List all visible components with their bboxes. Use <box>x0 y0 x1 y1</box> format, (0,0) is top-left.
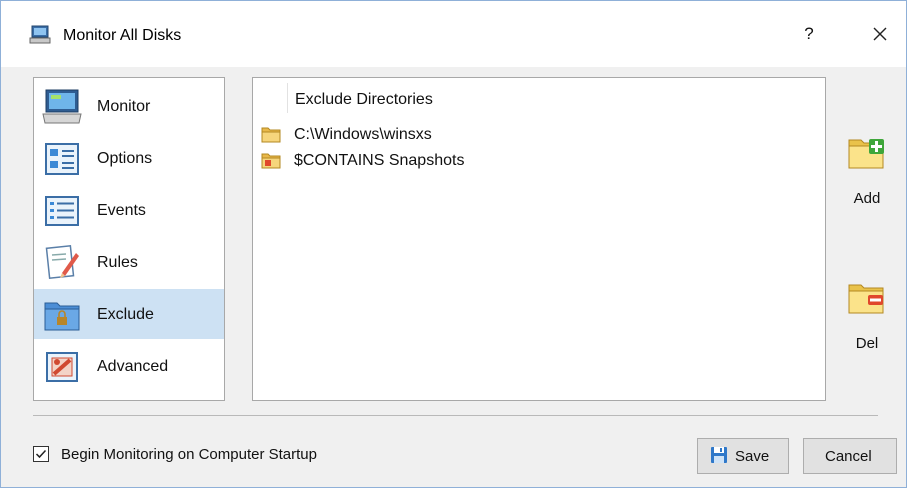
nav-label-monitor: Monitor <box>97 98 151 115</box>
folder-icon <box>261 127 281 143</box>
monitor-icon <box>42 89 82 124</box>
nav-label-rules: Rules <box>97 254 138 271</box>
startup-checkbox[interactable] <box>33 446 49 462</box>
nav-item-events[interactable]: Events <box>34 185 224 235</box>
category-nav: Monitor Options Events Rules Exclude Adv… <box>33 77 225 401</box>
events-icon <box>45 196 79 226</box>
nav-label-advanced: Advanced <box>97 358 169 375</box>
nav-item-exclude[interactable]: Exclude <box>34 289 224 339</box>
del-button-label: Del <box>855 335 879 352</box>
save-disk-icon <box>711 447 727 463</box>
add-button[interactable]: Add <box>837 136 897 210</box>
close-icon[interactable] <box>869 23 891 45</box>
nav-label-options: Options <box>97 150 153 167</box>
nav-item-advanced[interactable]: Advanced <box>34 341 224 391</box>
nav-item-monitor[interactable]: Monitor <box>34 81 224 131</box>
add-folder-icon <box>848 139 884 169</box>
advanced-icon <box>46 352 78 382</box>
nav-label-exclude: Exclude <box>97 306 154 323</box>
exclude-path-text: $CONTAINS Snapshots <box>294 152 465 169</box>
del-button[interactable]: Del <box>837 281 897 355</box>
nav-item-options[interactable]: Options <box>34 133 224 183</box>
cancel-button-label: Cancel <box>825 448 872 465</box>
nav-label-events: Events <box>97 202 146 219</box>
exclude-folder-icon <box>44 302 80 331</box>
save-button-label: Save <box>735 448 770 465</box>
window-title: Monitor All Disks <box>63 27 182 44</box>
column-separator <box>287 83 288 113</box>
footer-divider <box>33 415 878 416</box>
remove-folder-icon <box>848 284 884 314</box>
nav-item-rules[interactable]: Rules <box>34 237 224 287</box>
cancel-button[interactable]: Cancel <box>803 438 897 474</box>
checkmark-icon <box>35 449 47 459</box>
column-header-exclude-directories[interactable]: Exclude Directories <box>295 91 433 109</box>
save-button[interactable]: Save <box>697 438 789 474</box>
exclude-directories-list[interactable]: Exclude Directories C:\Windows\winsxs $C… <box>252 77 826 401</box>
exclude-path-text: C:\Windows\winsxs <box>294 126 432 143</box>
startup-checkbox-label[interactable]: Begin Monitoring on Computer Startup <box>61 446 317 463</box>
options-icon <box>45 143 79 175</box>
list-item[interactable]: C:\Windows\winsxs <box>261 124 821 146</box>
disk-monitor-icon <box>29 25 51 44</box>
rules-icon <box>45 245 79 279</box>
folder-rule-icon <box>261 153 281 169</box>
dialog-window: Monitor All Disks ? Monitor Options Even… <box>0 0 907 488</box>
list-item[interactable]: $CONTAINS Snapshots <box>261 150 821 172</box>
help-button[interactable]: ? <box>797 24 821 44</box>
title-bar: Monitor All Disks ? <box>1 1 906 67</box>
add-button-label: Add <box>853 190 881 207</box>
